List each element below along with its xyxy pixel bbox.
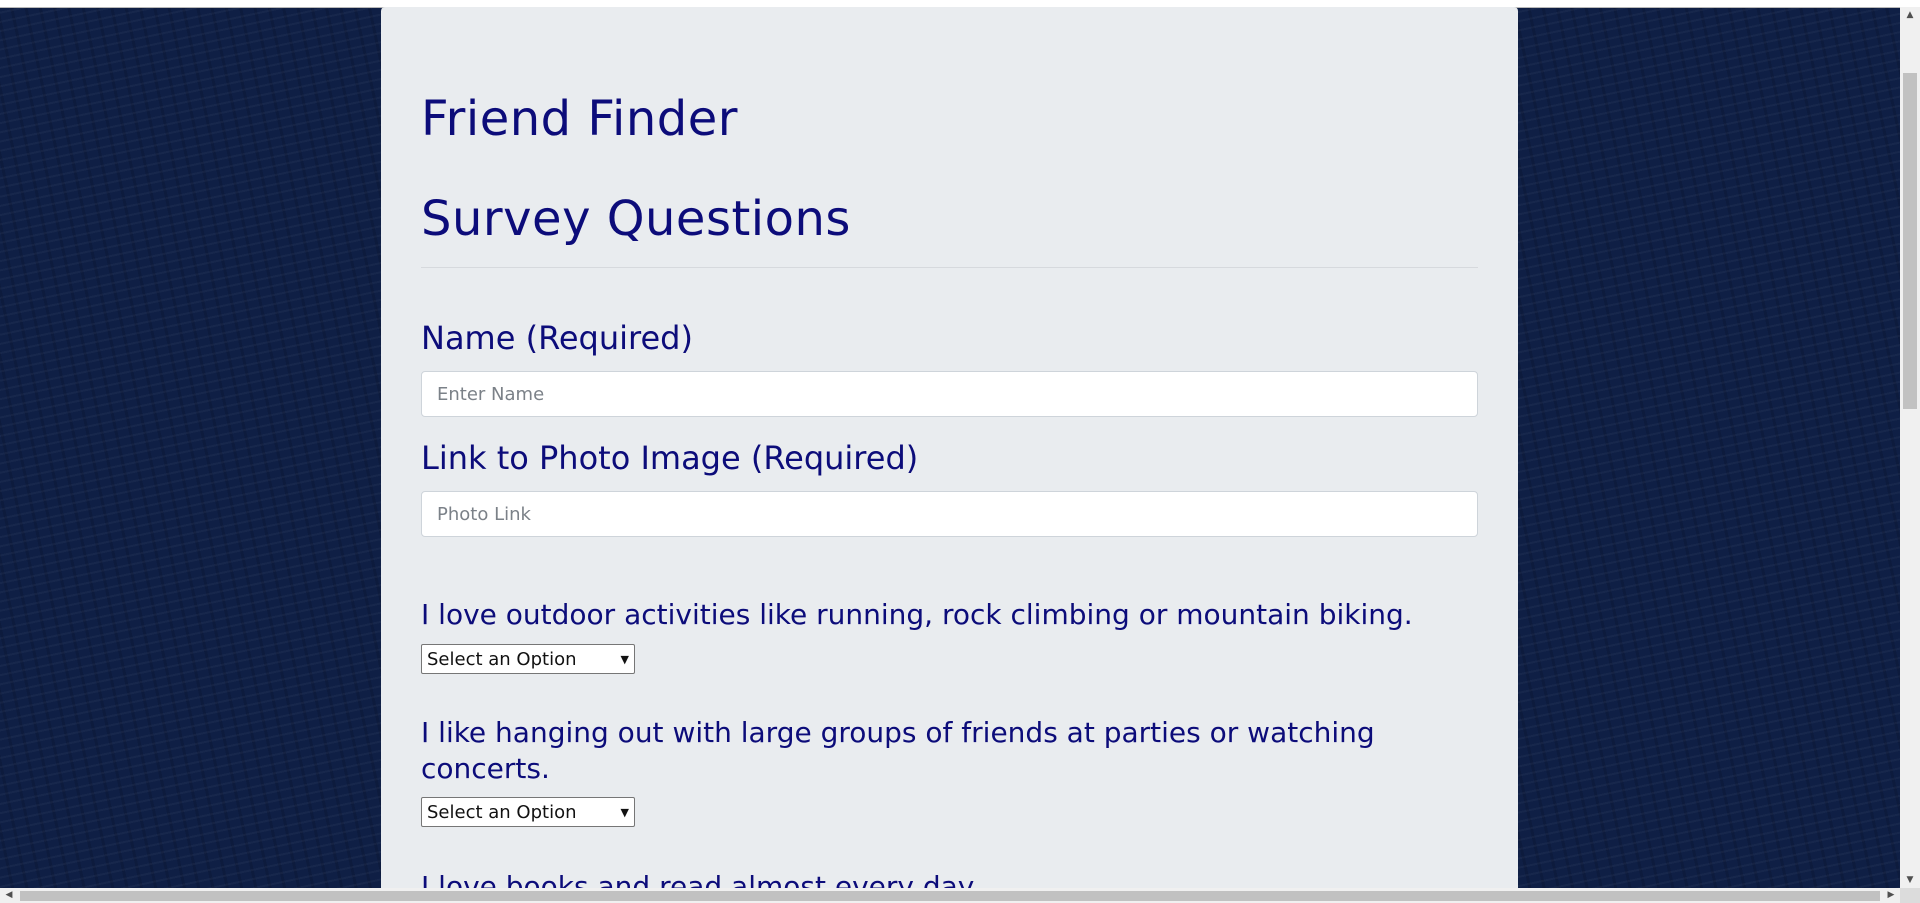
arrow-right-icon[interactable]: ▶ — [1882, 888, 1900, 903]
question-1-text: I love outdoor activities like running, … — [421, 598, 1413, 631]
question-2-text: I like hanging out with large groups of … — [421, 716, 1375, 785]
chevron-down-icon: ▼ — [620, 805, 629, 819]
question-2-selected-value: Select an Option — [427, 801, 577, 823]
question-1-select[interactable]: Select an Option ▼ — [421, 644, 635, 674]
scrollbar-corner — [1900, 888, 1920, 903]
horizontal-scrollbar[interactable]: ◀ ▶ — [0, 888, 1900, 903]
name-label: Name (Required) — [421, 319, 693, 357]
survey-panel: Friend Finder Survey Questions Name (Req… — [381, 7, 1518, 892]
vertical-scroll-thumb[interactable] — [1903, 73, 1917, 409]
chevron-down-icon: ▼ — [620, 652, 629, 666]
arrow-up-icon[interactable]: ▲ — [1900, 7, 1920, 23]
app-title: Friend Finder — [421, 91, 738, 147]
horizontal-scroll-thumb[interactable] — [20, 891, 1880, 901]
name-input[interactable] — [421, 371, 1478, 417]
question-2-select[interactable]: Select an Option ▼ — [421, 797, 635, 827]
photo-link-label: Link to Photo Image (Required) — [421, 439, 919, 477]
arrow-down-icon[interactable]: ▼ — [1900, 872, 1920, 888]
section-divider — [421, 267, 1478, 268]
photo-link-input[interactable] — [421, 491, 1478, 537]
question-1-selected-value: Select an Option — [427, 648, 577, 670]
arrow-left-icon[interactable]: ◀ — [0, 888, 18, 903]
section-title: Survey Questions — [421, 191, 851, 247]
vertical-scrollbar[interactable]: ▲ ▼ — [1900, 7, 1920, 888]
